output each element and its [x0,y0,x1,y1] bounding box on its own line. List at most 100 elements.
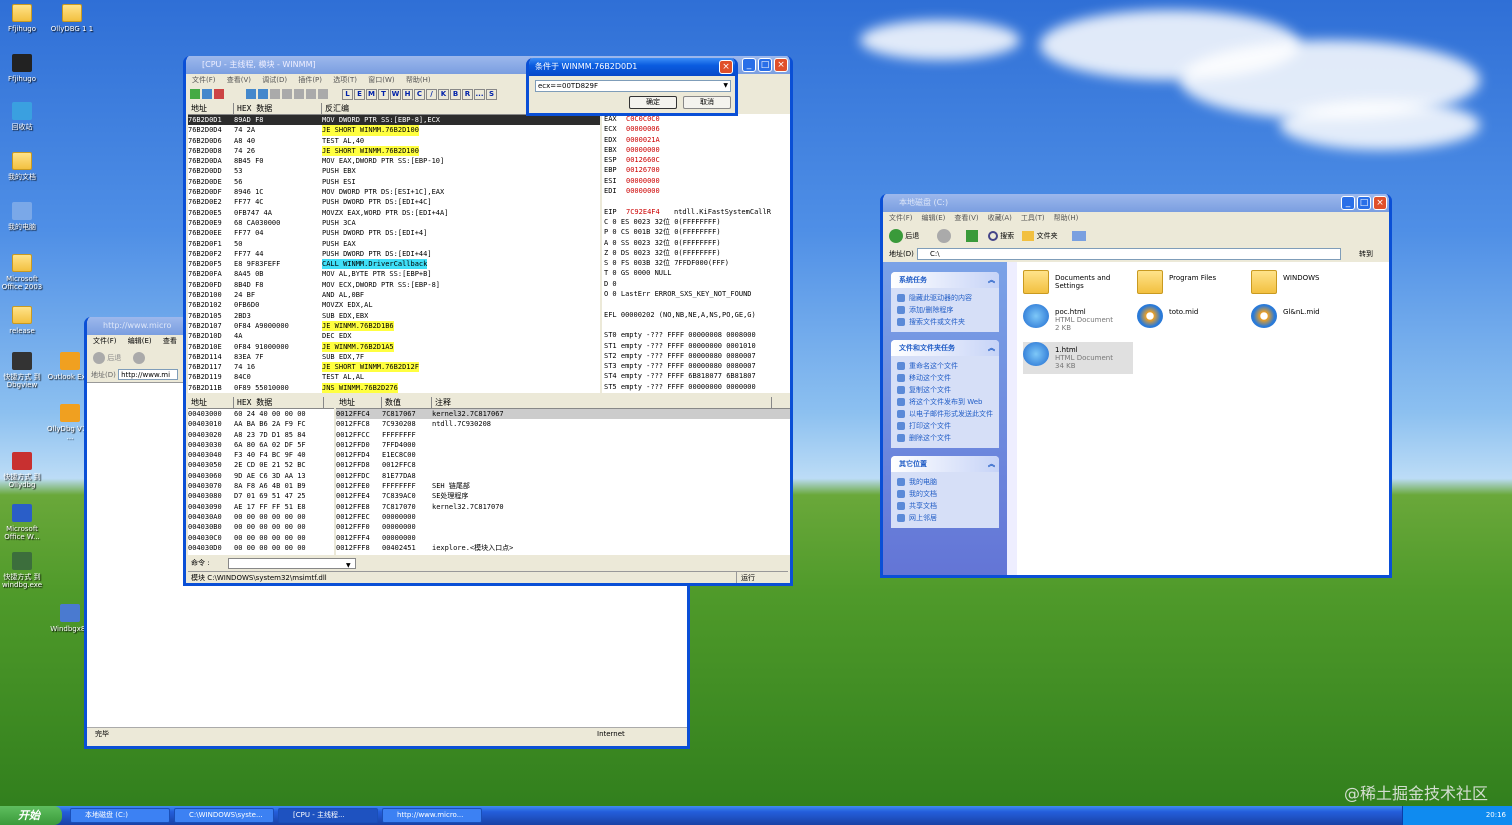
file-item[interactable]: Gl&nL.mid [1251,304,1361,336]
up-folder-icon[interactable] [965,230,978,242]
task-link[interactable]: 隐藏此驱动器的内容 [897,292,993,304]
stack-row[interactable]: 0012FFCC FFFFFFFF [336,430,790,440]
window-letter-button[interactable]: ... [474,88,485,100]
flag-row[interactable]: EFL 00000202 (NO,NB,NE,A,NS,PO,GE,G) [604,310,790,320]
window-letter-button[interactable]: H [402,88,413,100]
dump-row[interactable]: 00403030 6A 80 6A 02 DF 5F [188,440,334,450]
task-link[interactable]: 我的文档 [897,488,993,500]
explorer-address-input[interactable]: C:\ [917,248,1341,260]
task-link[interactable]: 移动这个文件 [897,372,993,384]
menu-window[interactable]: 窗口(W) [368,76,394,84]
task-link[interactable]: 我的电脑 [897,476,993,488]
disasm-row[interactable]: 76B2D0E9 68 CA030000 PUSH 3CA [188,218,600,228]
menu-help[interactable]: 帮助(H) [406,76,431,84]
flag-row[interactable] [604,320,790,330]
task-link[interactable]: 复制这个文件 [897,384,993,396]
desktop-icon[interactable]: 快捷方式 到 Dbgview [0,352,46,389]
disasm-row[interactable]: 76B2D119 84C0 TEST AL,AL [188,372,600,382]
dump-row[interactable]: 004030D0 00 00 00 00 00 00 [188,543,334,553]
stack-row[interactable]: 0012FFEC 00000000 [336,512,790,522]
close-button[interactable]: × [1373,196,1387,210]
disasm-row[interactable]: 76B2D10E 0F84 91000000 JE WINMM.76B2D1A5 [188,341,600,352]
disasm-row[interactable]: 76B2D117 74 16 JE SHORT WINMM.76B2D12F [188,362,600,373]
open-icon[interactable] [190,89,200,99]
dump-row[interactable]: 004030A0 00 00 00 00 00 00 [188,512,334,522]
stack-row[interactable]: 0012FFF0 00000000 [336,522,790,532]
stack-row[interactable]: 0012FFF4 00000000 [336,533,790,543]
back-icon[interactable] [93,352,105,364]
disasm-row[interactable]: 76B2D0FD 8B4D F8 MOV ECX,DWORD PTR SS:[EBP… [188,280,600,290]
maximize-button[interactable]: □ [758,58,772,72]
stack-row[interactable]: 0012FFDC 81E77DA8 [336,471,790,481]
disasm-row[interactable]: 76B2D0DD 53 PUSH EBX [188,166,600,176]
window-letter-button[interactable]: K [438,88,449,100]
stack-row[interactable]: 0012FFF8 00402451 iexplore.<模块入口点> [336,543,790,553]
task-link[interactable]: 网上邻居 [897,512,993,524]
go-button[interactable]: 转到 [1359,247,1373,261]
disasm-row[interactable]: 76B2D105 2BD3 SUB EDX,EBX [188,311,600,321]
taskbar-button[interactable]: [CPU - 主线程... [278,808,378,823]
window-letter-button[interactable]: B [450,88,461,100]
disassembly-pane[interactable]: 地址 HEX 数据 反汇编 76B2D0D1 89AD F8 MOV DWORD PTR… [188,103,600,393]
window-letter-button[interactable]: W [390,88,401,100]
taskbar-button[interactable]: 本地磁盘 (C:) [70,808,170,823]
register-row[interactable] [604,196,790,206]
rewind-icon[interactable] [202,89,212,99]
flag-row[interactable]: Z 0 DS 0023 32位 0(FFFFFFFF) [604,248,790,258]
minimize-button[interactable]: _ [1341,196,1355,210]
dump-row[interactable]: 00403010 AA BA B6 2A F9 FC [188,419,334,429]
desktop-icon[interactable]: release [0,306,46,335]
dump-row[interactable]: 004030C0 00 00 00 00 00 00 [188,533,334,543]
stack-row[interactable]: 0012FFE4 7C839AC0 SE处理程序 [336,491,790,501]
menu-edit[interactable]: 编辑(E) [128,337,152,345]
flag-row[interactable]: ST3 empty -??? FFFF 00000080 0080007 [604,361,790,371]
dump-row[interactable]: 00403060 9D AE C6 3D AA 13 [188,471,334,481]
disasm-row[interactable]: 76B2D0D4 74 2A JE SHORT WINMM.76B2D100 [188,125,600,136]
flag-row[interactable]: S 0 FS 003B 32位 7FFDF000(FFF) [604,258,790,268]
file-item[interactable]: toto.mid [1137,304,1247,336]
desktop-icon[interactable]: 快捷方式 到 Ollydbg [0,452,46,489]
desktop-icon[interactable]: OllyDBG 1 1 [48,4,96,33]
file-item[interactable]: WINDOWS [1251,270,1361,302]
disasm-row[interactable]: 76B2D0DE 56 PUSH ESI [188,177,600,187]
flag-row[interactable]: C 0 ES 0023 32位 0(FFFFFFFF) [604,217,790,227]
flag-row[interactable]: T 0 GS 0000 NULL [604,268,790,278]
menu-options[interactable]: 选项(T) [333,76,357,84]
stack-row[interactable]: 0012FFC4 7C817067 kernel32.7C817067 [336,409,790,420]
stack-row[interactable]: 0012FFC8 7C930208 ntdll.7C930208 [336,419,790,429]
task-link[interactable]: 以电子邮件形式发送此文件 [897,408,993,420]
close-button[interactable]: × [774,58,788,72]
command-input[interactable] [228,558,356,569]
disasm-row[interactable]: 76B2D114 83EA 7F SUB EDX,7F [188,352,600,362]
start-button[interactable]: 开始 [0,806,62,825]
step-into-icon[interactable] [270,89,280,99]
disasm-row[interactable]: 76B2D0D8 74 26 JE SHORT WINMM.76B2D100 [188,145,600,157]
memory-dump-pane[interactable]: 地址 HEX 数据 00403000 60 24 40 00 00 00 004030… [188,397,334,555]
task-link[interactable]: 将这个文件发布到 Web [897,396,993,408]
task-link[interactable]: 添加/删除程序 [897,304,993,316]
disasm-row[interactable]: 76B2D0E5 0FB747 4A MOVZX EAX,WORD PTR DS:[… [188,208,600,218]
dump-row[interactable]: 00403080 D7 01 69 51 47 25 [188,491,334,501]
flag-row[interactable]: D 0 [604,279,790,289]
registers-pane[interactable]: EAX C0C0C0C0 ECX 00000006 EDX 0000021A EBX 0000… [602,114,790,393]
register-row[interactable]: EBP 00126700 [604,165,790,175]
run-icon[interactable] [246,89,256,99]
my-computer-icon[interactable]: 我的电脑 [0,202,46,231]
minimize-button[interactable]: _ [742,58,756,72]
explorer-menu-item[interactable]: 工具(T) [1021,214,1045,222]
task-group-header[interactable]: 其它位置 ︽ [891,456,999,472]
task-group-header[interactable]: 文件和文件夹任务 ︽ [891,340,999,356]
explorer-menu-item[interactable]: 收藏(A) [988,214,1012,222]
back-button[interactable]: 后退 [905,232,919,240]
register-row[interactable]: ECX 00000006 [604,124,790,134]
register-row[interactable]: EBX 00000000 [604,145,790,155]
ie-address-input[interactable]: http://www.mi [118,369,179,380]
dialog-title-bar[interactable]: 条件于 WINMM.76B2D0D1 × [529,58,735,76]
disasm-row[interactable]: 76B2D107 0F84 A9000000 JE WINMM.76B2D1B6 [188,320,600,332]
register-row[interactable]: EDX 0000021A [604,135,790,145]
trace-into-icon[interactable] [294,89,304,99]
desktop-icon[interactable]: Ffjihugo [0,54,46,83]
pause-icon[interactable] [258,89,268,99]
disasm-row[interactable]: 76B2D0F5 E8 9F83FEFF CALL WINMM.DriverCall… [188,259,600,270]
stack-row[interactable]: 0012FFD0 7FFD4000 [336,440,790,450]
